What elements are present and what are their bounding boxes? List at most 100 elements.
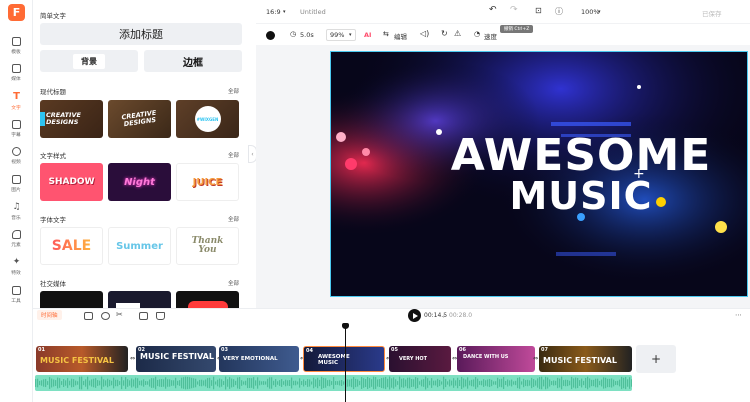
text-template-thumb[interactable]: Night (108, 163, 171, 201)
text-template-thumb[interactable]: SALE (40, 227, 103, 265)
flip-icon[interactable]: ⚠ (454, 29, 461, 38)
timeline-clip[interactable]: 05 VERY HOT (389, 346, 451, 372)
timeline-clip[interactable]: 01 MUSIC FESTIVAL (36, 346, 128, 372)
play-icon (412, 312, 418, 319)
rail-item-label: 工具 (11, 298, 22, 304)
trash-icon[interactable] (156, 312, 165, 320)
text-template-thumb[interactable] (108, 291, 171, 308)
add-media-icon[interactable] (84, 312, 93, 320)
screenshot-icon[interactable]: ⊡ (535, 6, 542, 15)
text-template-thumb[interactable]: Thank You (176, 227, 239, 265)
undo-tooltip: 撤销 Ctrl+Z (500, 25, 534, 33)
timeline-clip-selected[interactable]: 04 AWESOME MUSIC (303, 346, 385, 372)
rail-item-image[interactable]: 图片 (0, 171, 33, 197)
thumb-label: Thank You (191, 236, 224, 255)
more-options-icon[interactable]: ⋯ (735, 311, 742, 319)
rail-item-label: 模板 (11, 49, 22, 55)
section-title-social: 社交媒体 (40, 280, 66, 288)
scissors-icon[interactable]: ✂ (116, 310, 123, 319)
play-button[interactable] (408, 309, 421, 322)
timeline-clip[interactable]: 02 MUSIC FESTIVAL (136, 346, 216, 372)
thumb-label: Night (124, 176, 155, 188)
thumb-label: SALE (51, 238, 92, 254)
text-template-thumb[interactable] (40, 291, 103, 308)
split-audio-icon[interactable] (101, 312, 110, 320)
icon-rail: F 模板 媒体 T 文字 字幕 视频 图片 ♫ 音乐 元素 ✦ 特效 工具 (0, 0, 33, 402)
app-logo[interactable]: F (8, 4, 25, 21)
text-template-thumb[interactable]: CREATIVE DESIGNS (40, 100, 103, 138)
aspect-ratio-select[interactable]: 16:9 (266, 8, 281, 16)
text-library-panel: 简单文字 添加标题 背景 边框 现代标题 全部 CREATIVE DESIGNS… (33, 0, 248, 308)
rail-item-elements[interactable]: 元素 (0, 226, 33, 252)
see-all-link[interactable]: 全部 (228, 279, 239, 287)
see-all-link[interactable]: 全部 (228, 87, 239, 95)
timeline-toggle-label: 时间轴 (41, 313, 58, 319)
border-text-button[interactable]: 边框 (144, 50, 242, 72)
clip-number: 07 (541, 347, 548, 353)
rail-item-text[interactable]: T 文字 (0, 88, 33, 114)
see-all-link[interactable]: 全部 (228, 151, 239, 159)
text-template-thumb[interactable]: JUICE (176, 163, 239, 201)
playhead-line[interactable] (345, 326, 346, 402)
thumb-label: #WIXGEN (196, 116, 219, 122)
section-title-simple-text: 简单文字 (40, 12, 66, 20)
thumb-label: Summer (116, 240, 163, 252)
clip-number: 06 (459, 347, 466, 353)
timeline-clip[interactable]: 03 VERY EMOTIONAL (219, 346, 299, 372)
rail-item-template[interactable]: 模板 (0, 33, 33, 59)
rail-item-label: 媒体 (11, 76, 22, 82)
see-all-link[interactable]: 全部 (228, 215, 239, 223)
text-template-thumb[interactable]: CREATIVE DESIGNS (108, 100, 171, 138)
volume-icon[interactable]: ◁) (420, 29, 429, 38)
rail-item-label: 文字 (11, 104, 22, 111)
rail-item-music[interactable]: ♫ 音乐 (0, 199, 33, 225)
duplicate-icon[interactable] (139, 312, 148, 320)
transition-handle[interactable]: ⇔ (532, 355, 539, 363)
text-template-thumb[interactable]: SHADOW (40, 163, 103, 201)
playhead-handle[interactable] (342, 323, 349, 329)
timeline-clip[interactable]: 07 MUSIC FESTIVAL (539, 346, 632, 372)
clip-number: 03 (221, 347, 228, 353)
duration-value[interactable]: 5.0s (300, 31, 314, 39)
text-icon: T (13, 91, 20, 102)
thumb-label: CREATIVE DESIGNS (121, 108, 157, 129)
audio-waveform (35, 376, 632, 390)
text-template-thumb[interactable]: #WIXGEN (176, 100, 239, 138)
project-name-input[interactable]: Untitled (300, 8, 326, 16)
add-clip-button[interactable]: + (636, 345, 676, 373)
undo-icon[interactable]: ↶ (489, 5, 497, 15)
ai-button[interactable]: AI (364, 31, 371, 39)
zoom-select[interactable]: 100% (581, 8, 600, 16)
subtitle-icon (12, 120, 21, 129)
add-title-button[interactable]: 添加标题 (40, 23, 242, 45)
clip-title: DANCE WITH US (463, 354, 509, 360)
timeline-clip[interactable]: 06 DANCE WITH US (457, 346, 535, 372)
help-icon[interactable]: ⓘ (555, 6, 563, 17)
effects-icon: ✦ (12, 257, 21, 267)
rail-item-video[interactable]: 视频 (0, 143, 33, 169)
speed-button[interactable]: 速度 (484, 31, 497, 41)
text-template-thumb[interactable]: Summer (108, 227, 171, 265)
edit-icon[interactable]: ⇆ (383, 30, 389, 38)
rail-item-subtitle[interactable]: 字幕 (0, 116, 33, 142)
audio-track[interactable] (35, 375, 632, 391)
color-picker[interactable] (266, 31, 275, 40)
rotate-icon[interactable]: ↻ (441, 29, 448, 38)
speed-icon: ◔ (474, 30, 481, 38)
redo-icon[interactable]: ↷ (510, 5, 518, 15)
rail-item-label: 图片 (11, 187, 22, 193)
clip-title: MUSIC FESTIVAL (40, 356, 114, 365)
timeline-toggle-button[interactable]: 时间轴 (37, 310, 62, 320)
edit-label[interactable]: 编辑 (394, 31, 407, 41)
video-preview[interactable]: AWESOME MUSIC + (330, 51, 748, 297)
rail-item-media[interactable]: 媒体 (0, 60, 33, 86)
transition-handle[interactable]: ⇔ (129, 355, 136, 363)
video-title-line2[interactable]: MUSIC (373, 174, 747, 218)
rail-item-effects[interactable]: ✦ 特效 (0, 254, 33, 280)
background-text-button[interactable]: 背景 (40, 50, 138, 72)
time-separator: / (443, 312, 446, 319)
rail-item-tools[interactable]: 工具 (0, 282, 33, 308)
rail-item-label: 特效 (11, 270, 22, 276)
text-template-thumb[interactable] (176, 291, 239, 308)
elements-icon (12, 230, 21, 239)
